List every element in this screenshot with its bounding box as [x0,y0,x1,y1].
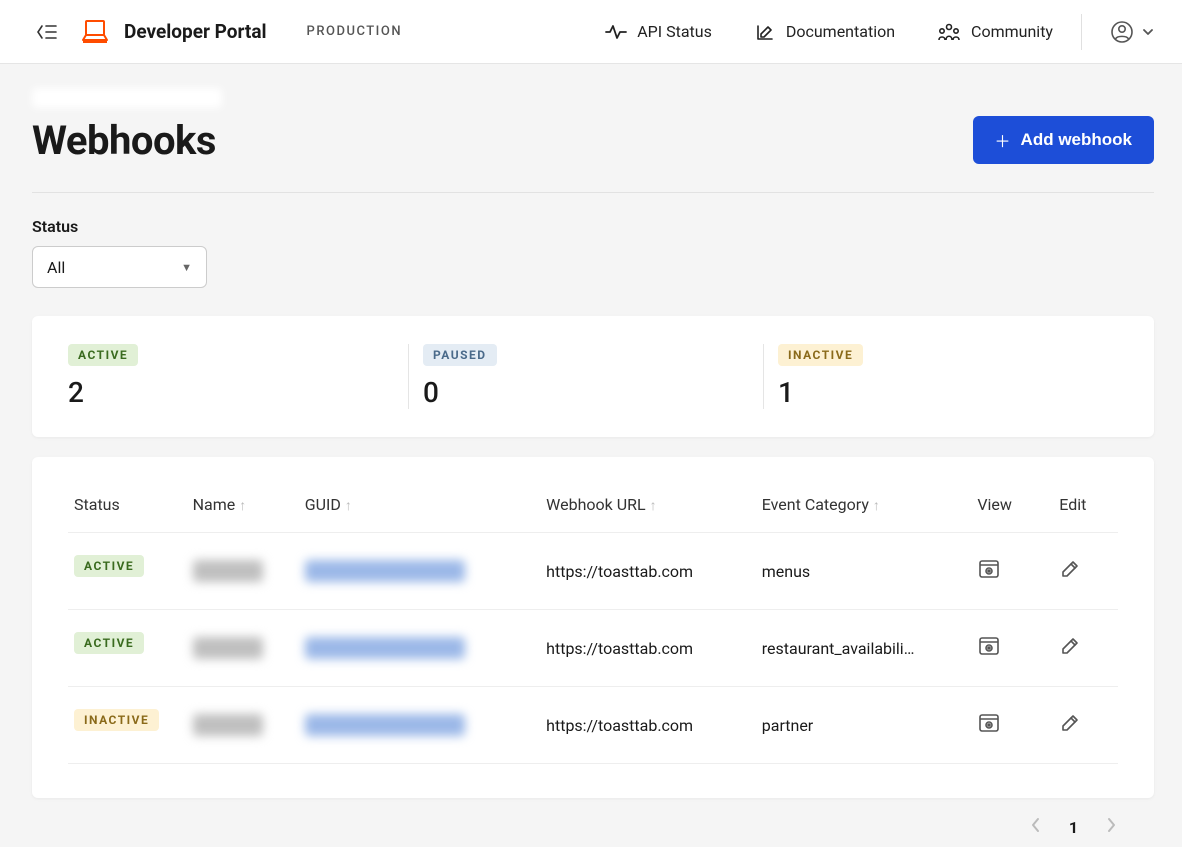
webhook-url: https://toasttab.com [540,687,756,764]
sort-arrow-icon: ↑ [873,498,880,514]
plus-icon: ＋ [995,128,1011,152]
menu-collapse-icon [36,23,58,41]
summary-paused: PAUSED 0 [408,344,763,409]
sort-arrow-icon: ↑ [345,498,352,514]
col-header-guid[interactable]: GUID↑ [299,477,540,533]
sort-arrow-icon: ↑ [239,498,246,514]
view-icon [977,558,1001,584]
nav-documentation-label: Documentation [786,22,895,41]
guid-redacted [305,714,465,736]
user-avatar-icon [1110,20,1134,44]
pagination-next[interactable] [1106,816,1118,838]
event-category: menus [762,562,942,581]
guid-redacted [305,560,465,582]
edit-button[interactable] [1059,558,1081,584]
pencil-icon [1059,635,1081,661]
col-header-edit: Edit [1053,477,1118,533]
col-header-url[interactable]: Webhook URL↑ [540,477,756,533]
event-category: restaurant_availabili… [762,639,942,658]
menu-toggle-button[interactable] [36,23,58,41]
summary-card: ACTIVE 2 PAUSED 0 INACTIVE 1 [32,316,1154,437]
nav-documentation[interactable]: Documentation [754,22,895,42]
summary-active-count: 2 [68,376,408,409]
status-badge: INACTIVE [74,709,159,731]
name-redacted [193,637,263,659]
summary-inactive-count: 1 [778,376,1118,409]
status-badge: ACTIVE [74,632,144,654]
event-category: partner [762,716,942,735]
nav-api-status[interactable]: API Status [605,22,712,41]
chevron-down-icon [1142,28,1154,36]
community-icon [937,22,961,42]
status-filter-select[interactable]: All ▼ [32,246,207,288]
view-button[interactable] [977,558,1001,584]
summary-inactive: INACTIVE 1 [763,344,1118,409]
view-button[interactable] [977,712,1001,738]
chevron-left-icon [1029,816,1041,834]
caret-down-icon: ▼ [181,261,192,274]
summary-active: ACTIVE 2 [68,344,408,409]
name-redacted [193,560,263,582]
pagination-current: 1 [1069,818,1078,837]
pulse-icon [605,24,627,40]
add-webhook-button[interactable]: ＋ Add webhook [973,116,1154,164]
edit-button[interactable] [1059,635,1081,661]
nav-api-status-label: API Status [637,22,712,41]
edit-button[interactable] [1059,712,1081,738]
nav-links: API Status Documentation [605,22,1053,42]
col-header-name[interactable]: Name↑ [187,477,299,533]
logo-block: Developer Portal [80,19,267,45]
breadcrumb-redacted [32,88,222,108]
table-row: ACTIVE https://toasttab.com restaurant_a… [68,610,1118,687]
status-filter-label: Status [32,217,1154,236]
status-badge: PAUSED [423,344,497,366]
webhook-url: https://toasttab.com [540,610,756,687]
col-header-category[interactable]: Event Category↑ [756,477,972,533]
status-filter-value: All [47,258,65,277]
name-redacted [193,714,263,736]
chevron-right-icon [1106,816,1118,834]
status-badge: ACTIVE [74,555,144,577]
user-menu[interactable] [1110,20,1154,44]
pencil-icon [1059,712,1081,738]
status-badge: ACTIVE [68,344,138,366]
status-filter: Status All ▼ [32,217,1154,288]
page-header: Webhooks ＋ Add webhook [32,116,1154,193]
table-row: ACTIVE https://toasttab.com menus [68,533,1118,610]
view-button[interactable] [977,635,1001,661]
portal-title: Developer Portal [124,20,267,43]
guid-redacted [305,637,465,659]
webhooks-table-card: Status Name↑ GUID↑ Webhook URL↑ Event Ca… [32,457,1154,798]
pencil-icon [1059,558,1081,584]
nav-community[interactable]: Community [937,22,1053,42]
summary-paused-count: 0 [423,376,763,409]
add-webhook-label: Add webhook [1021,130,1132,150]
table-row: INACTIVE https://toasttab.com partner [68,687,1118,764]
webhooks-table: Status Name↑ GUID↑ Webhook URL↑ Event Ca… [68,477,1118,764]
laptop-icon [80,19,110,45]
nav-divider [1081,14,1082,50]
pagination-prev[interactable] [1029,816,1041,838]
page-title: Webhooks [32,117,216,164]
col-header-status[interactable]: Status [68,477,187,533]
environment-label: PRODUCTION [307,24,403,39]
col-header-view: View [971,477,1053,533]
sort-arrow-icon: ↑ [650,498,657,514]
view-icon [977,635,1001,661]
status-badge: INACTIVE [778,344,863,366]
nav-community-label: Community [971,22,1053,41]
top-nav: Developer Portal PRODUCTION API Status D… [0,0,1182,64]
page-content: Webhooks ＋ Add webhook Status All ▼ ACTI… [0,64,1182,838]
webhook-url: https://toasttab.com [540,533,756,610]
view-icon [977,712,1001,738]
document-edit-icon [754,22,776,42]
pagination: 1 [32,798,1154,838]
